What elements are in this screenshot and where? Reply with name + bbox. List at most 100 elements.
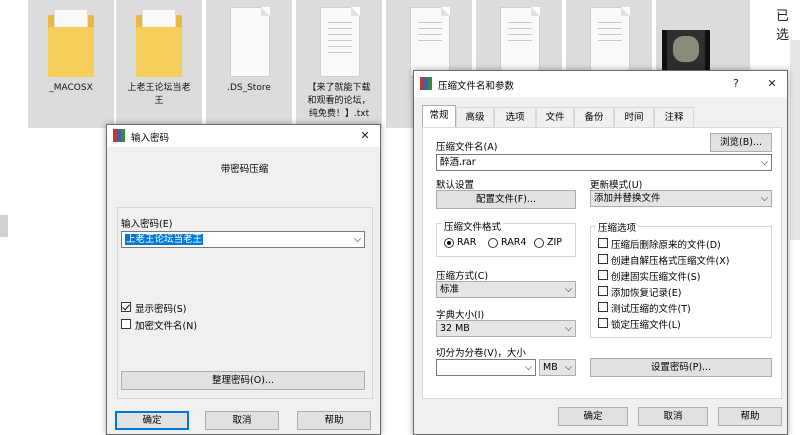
help-button[interactable]: 帮助 (718, 407, 782, 426)
archive-name-input[interactable]: 醉酒.rar (436, 154, 772, 171)
browse-button[interactable]: 浏览(B)... (710, 133, 772, 152)
password-heading: 带密码压缩 (220, 164, 269, 175)
chevron-down-icon[interactable] (760, 193, 769, 202)
chevron-down-icon[interactable] (564, 323, 573, 332)
chevron-down-icon[interactable] (760, 157, 769, 166)
file-item[interactable]: 【来了就能下载 和观看的论坛， 纯免费！】.txt (296, 0, 382, 128)
compression-options-label: 压缩选项 (596, 220, 639, 234)
chevron-down-icon[interactable] (524, 362, 533, 371)
tab-bar: 常规 高级 选项 文件 备份 时间 注释 (422, 105, 782, 127)
lock-archive-label: 锁定压缩文件(L) (611, 320, 681, 331)
split-size-input[interactable] (436, 359, 536, 376)
recovery-record-label: 添加恢复记录(E) (611, 288, 682, 299)
delete-after-checkbox[interactable] (598, 238, 608, 248)
tab-general[interactable]: 常规 (422, 105, 456, 127)
sfx-label: 创建自解压格式压缩文件(X) (611, 256, 730, 267)
password-dialog: 输入密码 ✕ 带密码压缩 输入密码(E) 上老王论坛当老王 显示密码(S) 加密… (106, 124, 381, 435)
scroll-marker (0, 215, 8, 237)
tab-options[interactable]: 选项 (494, 107, 536, 127)
test-files-checkbox[interactable] (598, 302, 608, 312)
solid-checkbox[interactable] (598, 270, 608, 280)
format-zip-label: ZIP (547, 237, 563, 248)
profiles-button[interactable]: 配置文件(F)... (436, 190, 576, 209)
update-mode-label: 更新模式(U) (590, 180, 643, 191)
help-button[interactable]: 帮助 (297, 411, 371, 430)
password-input[interactable]: 上老王论坛当老王 (121, 231, 365, 248)
folder-item[interactable]: _MACOSX (28, 0, 114, 128)
folder-item[interactable]: 上老王论坛当老 王 (116, 0, 202, 128)
cancel-button[interactable]: 取消 (638, 407, 708, 426)
tab-backup[interactable]: 备份 (574, 107, 614, 127)
chevron-down-icon[interactable] (353, 234, 362, 243)
dictionary-size-label: 字典大小(I) (436, 310, 485, 321)
password-label: 输入密码(E) (121, 219, 173, 230)
test-files-label: 测试压缩的文件(T) (611, 304, 691, 315)
format-rar-label: RAR (457, 237, 477, 248)
solid-label: 创建固实压缩文件(S) (611, 272, 701, 283)
encrypt-filenames-checkbox[interactable] (121, 319, 131, 329)
document-icon (496, 5, 542, 77)
tab-files[interactable]: 文件 (536, 107, 574, 127)
close-icon[interactable]: ✕ (354, 126, 376, 146)
archive-format-label: 压缩文件格式 (442, 219, 504, 233)
archive-name-value: 醉酒.rar (440, 157, 476, 168)
delete-after-label: 压缩后删除原来的文件(D) (611, 240, 721, 251)
file-name: .DS_Store (227, 83, 271, 93)
organize-passwords-button[interactable]: 整理密码(O)... (121, 371, 365, 390)
folder-icon (48, 5, 94, 77)
archive-name-label: 压缩文件名(A) (436, 142, 498, 153)
side-panel-edge (790, 40, 800, 240)
encrypt-filenames-label: 加密文件名(N) (135, 321, 198, 332)
winrar-icon (113, 129, 127, 142)
split-unit-select[interactable]: MB (539, 359, 576, 376)
lock-archive-checkbox[interactable] (598, 318, 608, 328)
update-mode-select[interactable]: 添加并替换文件 (590, 190, 772, 207)
document-icon (226, 5, 272, 77)
archive-dialog-title: 压缩文件名和参数 (438, 81, 515, 92)
show-password-checkbox[interactable] (121, 302, 131, 312)
split-volumes-label: 切分为分卷(V)，大小 (436, 348, 526, 359)
archive-dialog-titlebar: 压缩文件名和参数 ? ✕ (414, 71, 787, 97)
split-unit-value: MB (543, 362, 558, 373)
dictionary-size-select[interactable]: 32 MB (436, 320, 576, 337)
winrar-icon (420, 77, 434, 90)
password-value: 上老王论坛当老王 (125, 234, 204, 245)
archive-dialog: 压缩文件名和参数 ? ✕ 常规 高级 选项 文件 备份 时间 注释 压缩文件名(… (413, 70, 788, 435)
file-name: _MACOSX (49, 83, 93, 93)
show-password-label: 显示密码(S) (135, 304, 187, 315)
format-rar-radio[interactable] (444, 238, 454, 248)
sfx-checkbox[interactable] (598, 254, 608, 264)
password-dialog-title: 输入密码 (131, 133, 170, 144)
ok-button[interactable]: 确定 (115, 411, 189, 430)
document-icon (586, 5, 632, 77)
chevron-down-icon[interactable] (564, 362, 573, 371)
format-rar4-label: RAR4 (501, 237, 527, 248)
chevron-down-icon[interactable] (564, 284, 573, 293)
format-rar4-radio[interactable] (488, 238, 498, 248)
file-name: 【来了就能下载 和观看的论坛， 纯免费！】.txt (307, 83, 371, 119)
document-icon (406, 5, 452, 77)
format-zip-radio[interactable] (534, 238, 544, 248)
document-icon (316, 5, 362, 77)
default-settings-label: 默认设置 (436, 180, 475, 191)
file-name: 上老王论坛当老 王 (127, 83, 191, 106)
folder-icon (136, 5, 182, 77)
close-icon[interactable]: ✕ (761, 74, 783, 94)
compression-method-label: 压缩方式(C) (436, 271, 489, 282)
recovery-record-checkbox[interactable] (598, 286, 608, 296)
video-thumbnail-icon (662, 30, 710, 70)
tab-advanced[interactable]: 高级 (456, 107, 494, 127)
ok-button[interactable]: 确定 (558, 407, 628, 426)
tab-time[interactable]: 时间 (614, 107, 654, 127)
update-mode-value: 添加并替换文件 (594, 193, 661, 204)
compression-method-value: 标准 (440, 284, 460, 295)
set-password-button[interactable]: 设置密码(P)... (590, 358, 772, 377)
cancel-button[interactable]: 取消 (205, 411, 279, 430)
tab-comment[interactable]: 注释 (654, 107, 694, 127)
file-item[interactable]: .DS_Store (206, 0, 292, 128)
password-dialog-titlebar: 输入密码 ✕ (107, 125, 380, 147)
selection-status-text: 已选 (776, 9, 790, 43)
help-icon[interactable]: ? (725, 74, 747, 94)
compression-method-select[interactable]: 标准 (436, 281, 576, 298)
dictionary-size-value: 32 MB (440, 323, 470, 334)
